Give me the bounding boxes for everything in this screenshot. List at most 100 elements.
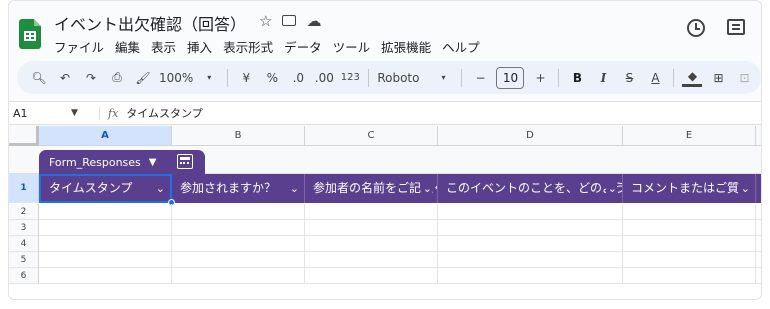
grid-cell[interactable] <box>305 204 438 220</box>
column-header-e[interactable]: E <box>623 126 756 146</box>
grid-cell[interactable] <box>305 236 438 252</box>
menu-file[interactable]: ファイル <box>54 37 104 56</box>
move-folder-icon[interactable] <box>282 15 297 26</box>
chevron-down-icon[interactable]: ▼ <box>71 108 93 118</box>
table-name-tab[interactable]: Form_Responses ▼ <box>39 150 205 174</box>
currency-format-button[interactable]: ¥ <box>236 66 256 90</box>
chevron-down-icon[interactable]: ⌄ <box>738 174 750 203</box>
grid-cell[interactable] <box>39 268 172 284</box>
grid-cell[interactable] <box>39 204 172 220</box>
menu-view[interactable]: 表示 <box>151 37 176 56</box>
name-box[interactable]: A1 <box>9 107 71 120</box>
row-header-4[interactable]: 4 <box>9 236 39 252</box>
grid-cell[interactable] <box>305 268 438 284</box>
paint-format-icon[interactable]: 🖌︎ <box>133 66 153 90</box>
grid-cell[interactable] <box>172 204 305 220</box>
print-icon[interactable]: ⎙ <box>107 66 127 90</box>
redo-icon[interactable]: ↷ <box>81 66 101 90</box>
menu-tools[interactable]: ツール <box>333 37 371 56</box>
chevron-down-icon[interactable]: ▾ <box>199 66 219 90</box>
row-header-6[interactable]: 6 <box>9 268 39 284</box>
chevron-down-icon[interactable]: ⌄ <box>605 174 617 203</box>
row-header-5[interactable]: 5 <box>9 252 39 268</box>
grid-cell[interactable] <box>438 252 623 268</box>
grid-cell[interactable] <box>623 236 756 252</box>
grid-cell[interactable] <box>438 220 623 236</box>
menu-edit[interactable]: 編集 <box>115 37 140 56</box>
grid-cell[interactable] <box>623 252 756 268</box>
row-header-1[interactable]: 1 <box>9 174 39 203</box>
grid-cell[interactable] <box>39 220 172 236</box>
chevron-down-icon[interactable]: ▼ <box>149 157 157 168</box>
chevron-down-icon[interactable]: ▾ <box>433 66 453 90</box>
grid-cell[interactable] <box>172 236 305 252</box>
sheets-logo-icon[interactable] <box>19 19 41 49</box>
version-history-icon[interactable] <box>687 19 705 37</box>
menu-data[interactable]: データ <box>284 37 322 56</box>
header-cell-name[interactable]: 参加者の名前をご記入ください ⌄ <box>305 174 438 203</box>
header-cell-source[interactable]: このイベントのことを、どのようにして知りましたか？ ⌄ <box>438 174 623 203</box>
formula-input[interactable]: タイムスタンプ <box>126 105 202 121</box>
fill-color-icon[interactable]: ◆ <box>682 69 703 87</box>
grid-cell[interactable] <box>172 220 305 236</box>
comments-icon[interactable] <box>727 19 745 35</box>
menu-format[interactable]: 表示形式 <box>223 37 273 56</box>
grid-cell[interactable] <box>305 252 438 268</box>
column-header-b[interactable]: B <box>172 126 305 146</box>
grid-cell[interactable] <box>172 268 305 284</box>
table-calculator-icon[interactable] <box>177 154 193 169</box>
font-select[interactable]: Roboto <box>377 66 419 90</box>
grid-cell[interactable] <box>756 204 761 220</box>
strikethrough-button[interactable]: S <box>619 66 639 90</box>
borders-icon[interactable]: ⊞ <box>708 66 728 90</box>
grid-cell[interactable] <box>39 252 172 268</box>
row-header-2[interactable]: 2 <box>9 204 39 220</box>
grid-cell[interactable] <box>623 220 756 236</box>
grid-cell[interactable] <box>756 268 761 284</box>
menu-extensions[interactable]: 拡張機能 <box>381 37 431 56</box>
header-cell-comments[interactable]: コメントまたはご質問 ⌄ <box>623 174 756 203</box>
chevron-down-icon[interactable]: ⌄ <box>420 174 432 203</box>
text-color-button[interactable]: A <box>645 66 665 90</box>
chevron-down-icon[interactable]: ⌄ <box>287 174 299 203</box>
grid-cell[interactable] <box>39 236 172 252</box>
search-menus-icon[interactable]: 🔍︎ <box>29 66 49 90</box>
column-header-f[interactable] <box>756 126 761 146</box>
header-cell-timestamp[interactable]: タイムスタンプ ⌄ <box>39 174 172 203</box>
row-header-3[interactable]: 3 <box>9 220 39 236</box>
menu-insert[interactable]: 挿入 <box>187 37 212 56</box>
undo-icon[interactable]: ↶ <box>55 66 75 90</box>
grid-cell[interactable] <box>756 252 761 268</box>
document-title[interactable]: イベント出欠確認（回答） <box>54 11 246 35</box>
increase-font-size-button[interactable]: + <box>530 66 550 90</box>
grid-cell[interactable] <box>438 236 623 252</box>
more-formats-button[interactable]: 123 <box>340 66 360 90</box>
grid-cell[interactable] <box>756 220 761 236</box>
grid-cell[interactable] <box>623 268 756 284</box>
grid-cell[interactable] <box>756 236 761 252</box>
decrease-font-size-button[interactable]: − <box>470 66 490 90</box>
merge-cells-icon[interactable]: ⊡ <box>734 66 754 90</box>
select-all-corner[interactable] <box>9 126 39 146</box>
percent-format-button[interactable]: % <box>262 66 282 90</box>
star-icon[interactable]: ☆ <box>259 12 272 30</box>
grid-cell[interactable] <box>438 204 623 220</box>
header-cell-f[interactable] <box>756 174 761 203</box>
grid-cell[interactable] <box>623 204 756 220</box>
increase-decimal-button[interactable]: .00 <box>314 66 334 90</box>
grid-cell[interactable] <box>172 252 305 268</box>
column-header-d[interactable]: D <box>438 126 623 146</box>
bold-button[interactable]: B <box>567 66 587 90</box>
column-header-c[interactable]: C <box>305 126 438 146</box>
header-cell-attend[interactable]: 参加されますか？ ⌄ <box>172 174 305 203</box>
zoom-select[interactable]: 100% <box>159 66 193 90</box>
italic-button[interactable]: I <box>593 66 613 90</box>
column-header-a[interactable]: A <box>39 126 172 146</box>
menu-help[interactable]: ヘルプ <box>442 37 480 56</box>
font-size-input[interactable]: 10 <box>496 66 525 89</box>
decrease-decimal-button[interactable]: .0 <box>288 66 308 90</box>
chevron-down-icon[interactable]: ⌄ <box>153 176 165 201</box>
grid-cell[interactable] <box>438 268 623 284</box>
grid-cell[interactable] <box>305 220 438 236</box>
cloud-status-icon[interactable]: ☁ <box>306 12 321 30</box>
